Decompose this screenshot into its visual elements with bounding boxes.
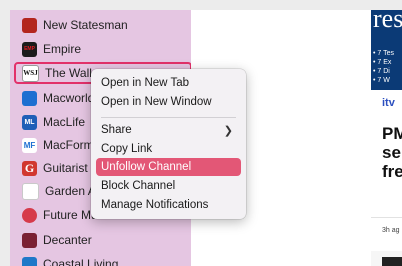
thumbnail-title: res: [373, 10, 402, 33]
menu-item-block-channel[interactable]: Block Channel: [96, 177, 241, 195]
menu-separator: [101, 117, 236, 118]
guitarist-logo-icon: G: [22, 160, 37, 176]
decanter-logo-icon: [22, 232, 37, 248]
menu-item-open-in-new-window[interactable]: Open in New Window: [96, 93, 241, 111]
new-statesman-logo-icon: [22, 17, 37, 33]
macworld-logo-icon: [22, 90, 37, 106]
menu-item-share[interactable]: Share ❯: [96, 121, 241, 139]
menu-item-label: Open in New Window: [101, 96, 212, 108]
menu-item-manage-notifications[interactable]: Manage Notifications: [96, 196, 241, 214]
thumbnail-line: • 7 W: [373, 77, 390, 84]
article-divider: [371, 217, 402, 218]
next-article-thumbnail[interactable]: [382, 257, 402, 266]
sidebar-item-label: Macworld: [43, 91, 95, 105]
sidebar-item-label: MacLife: [43, 115, 86, 129]
chevron-right-icon: ❯: [223, 124, 233, 137]
sidebar-item-label: Empire: [43, 42, 82, 56]
sidebar-item-label: New Statesman: [43, 18, 128, 32]
thumbnail-line: • 7 Tes: [373, 50, 394, 57]
coastal-living-logo-icon: [22, 256, 37, 266]
itv-source-logo: itv: [382, 97, 395, 109]
thumbnail-line: • 7 Di: [373, 68, 390, 75]
sidebar-item-empire[interactable]: EMP Empire: [22, 39, 191, 59]
macformat-logo-icon: MF: [22, 137, 37, 153]
menu-item-open-in-new-tab[interactable]: Open in New Tab: [96, 74, 241, 92]
maclife-logo-icon: ML: [22, 114, 37, 130]
menu-item-label: Open in New Tab: [101, 77, 190, 89]
article-thumbnail[interactable]: res • 7 Tes • 7 Ex • 7 Di • 7 W: [371, 10, 402, 90]
wsj-logo-icon: WSJ: [22, 64, 39, 82]
context-menu: Open in New Tab Open in New Window Share…: [91, 69, 246, 219]
article-headline[interactable]: PM se fre: [382, 124, 402, 181]
sidebar-item-label: Guitarist: [43, 161, 88, 175]
sidebar-item-coastal-living[interactable]: Coastal Living: [22, 254, 191, 266]
thumbnail-line: • 7 Ex: [373, 59, 392, 66]
menu-item-label: Block Channel: [101, 180, 176, 192]
sidebar-item-label: Decanter: [43, 233, 92, 247]
menu-item-label: Unfollow Channel: [101, 161, 192, 173]
article-time-ago: 3h ag: [382, 227, 400, 234]
sidebar-item-new-statesman[interactable]: New Statesman: [22, 15, 191, 35]
future-music-logo-icon: [22, 207, 37, 223]
empire-logo-icon: EMP: [22, 41, 37, 57]
menu-item-copy-link[interactable]: Copy Link: [96, 140, 241, 158]
garden-answers-logo-icon: [22, 182, 39, 200]
menu-item-label: Manage Notifications: [101, 199, 209, 211]
sidebar-item-label: The Wall: [45, 66, 92, 80]
sidebar-item-decanter[interactable]: Decanter: [22, 230, 191, 250]
menu-item-unfollow-channel[interactable]: Unfollow Channel: [96, 158, 241, 176]
menu-item-label: Share: [101, 124, 132, 136]
menu-item-label: Copy Link: [101, 143, 153, 155]
sidebar-item-label: Coastal Living: [43, 257, 119, 266]
